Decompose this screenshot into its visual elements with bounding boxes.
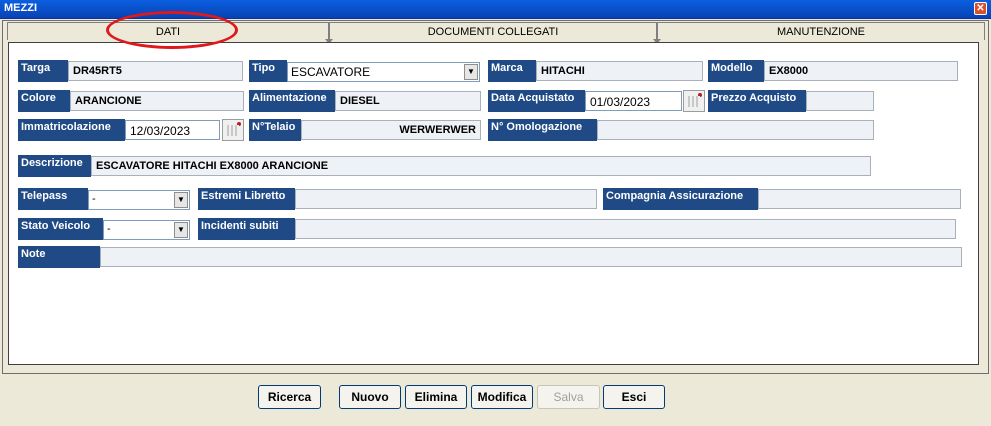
estremi-libretto-label: Estremi Libretto (198, 188, 295, 210)
note-label: Note (18, 246, 100, 268)
tab-manutenzione[interactable]: MANUTENZIONE (657, 22, 985, 40)
stato-veicolo-label: Stato Veicolo (18, 218, 103, 240)
descrizione-field[interactable]: ESCAVATORE HITACHI EX8000 ARANCIONE (91, 156, 871, 176)
alimentazione-field[interactable]: DIESEL (335, 91, 481, 111)
tipo-value: ESCAVATORE (291, 65, 371, 79)
data-acquistato-label: Data Acquistato (488, 90, 585, 112)
immatricolazione-field[interactable]: 12/03/2023 (125, 120, 220, 140)
alimentazione-label: Alimentazione (249, 90, 335, 112)
chevron-down-icon[interactable]: ▼ (464, 64, 478, 80)
targa-label: Targa (18, 60, 68, 82)
note-field[interactable] (100, 247, 962, 267)
chevron-down-icon[interactable]: ▼ (174, 222, 188, 238)
calendar-icon[interactable] (222, 119, 244, 141)
compagnia-assicurazione-field[interactable] (758, 189, 961, 209)
salva-button[interactable]: Salva (537, 385, 600, 409)
title-bar: MEZZI ✕ (0, 0, 991, 19)
ricerca-button[interactable]: Ricerca (258, 385, 321, 409)
window-title: MEZZI (4, 2, 37, 14)
incidenti-subiti-label: Incidenti subiti (198, 218, 295, 240)
telepass-label: Telepass (18, 188, 88, 210)
n-omologazione-label: N° Omologazione (488, 119, 597, 141)
marca-field[interactable]: HITACHI (536, 61, 703, 81)
stato-veicolo-select[interactable]: - ▼ (103, 220, 190, 240)
data-acquistato-field[interactable]: 01/03/2023 (585, 91, 682, 111)
tab-dati[interactable]: DATI (7, 22, 329, 40)
compagnia-assicurazione-label: Compagnia Assicurazione (603, 188, 758, 210)
tab-documenti-collegati[interactable]: DOCUMENTI COLLEGATI (329, 22, 657, 40)
prezzo-acquisto-field[interactable] (806, 91, 874, 111)
colore-label: Colore (18, 90, 70, 112)
n-omologazione-field[interactable] (597, 120, 874, 140)
estremi-libretto-field[interactable] (295, 189, 597, 209)
calendar-icon[interactable] (683, 90, 705, 112)
close-button[interactable]: ✕ (974, 2, 987, 15)
telepass-select[interactable]: - ▼ (88, 190, 190, 210)
prezzo-acquisto-label: Prezzo Acquisto (708, 90, 806, 112)
stato-veicolo-value: - (107, 223, 111, 235)
immatricolazione-label: Immatricolazione (18, 119, 125, 141)
tipo-label: Tipo (249, 60, 287, 82)
marca-label: Marca (488, 60, 536, 82)
n-telaio-field[interactable]: WERWERWER (301, 120, 481, 140)
descrizione-label: Descrizione (18, 155, 91, 177)
chevron-down-icon[interactable]: ▼ (174, 192, 188, 208)
nuovo-button[interactable]: Nuovo (339, 385, 401, 409)
modello-label: Modello (708, 60, 764, 82)
colore-field[interactable]: ARANCIONE (70, 91, 244, 111)
telepass-value: - (92, 193, 96, 205)
incidenti-subiti-field[interactable] (295, 219, 956, 239)
n-telaio-label: N°Telaio (249, 119, 301, 141)
elimina-button[interactable]: Elimina (405, 385, 467, 409)
modello-field[interactable]: EX8000 (764, 61, 958, 81)
tipo-select[interactable]: ESCAVATORE ▼ (287, 62, 480, 82)
targa-field[interactable]: DR45RT5 (68, 61, 243, 81)
esci-button[interactable]: Esci (603, 385, 665, 409)
modifica-button[interactable]: Modifica (471, 385, 533, 409)
